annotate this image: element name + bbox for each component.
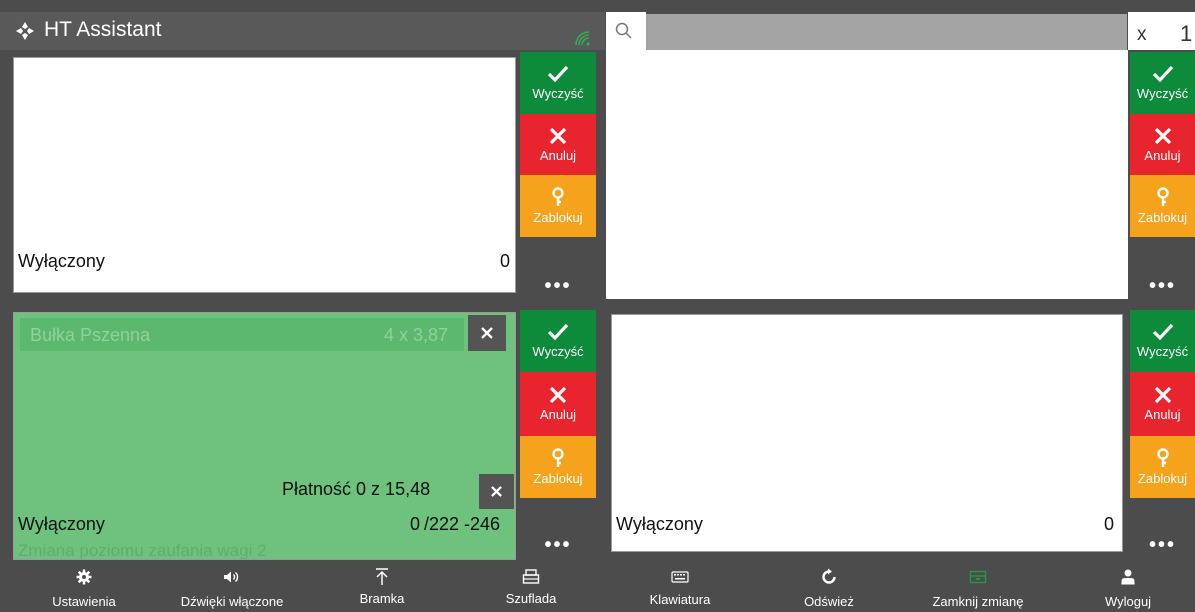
clear-button[interactable]: Wyczyść [1130, 310, 1195, 372]
panel-count: 0 [409, 514, 420, 534]
close-icon [549, 386, 567, 404]
user-icon [1121, 569, 1135, 585]
logout-label: Wyloguj [1104, 594, 1152, 609]
close-icon [1154, 386, 1171, 404]
clear-button-label: Wyczyść [1136, 86, 1189, 101]
cancel-button[interactable]: Anuluj [520, 372, 596, 436]
key-icon [552, 448, 564, 467]
more-options-button[interactable]: ••• [1130, 237, 1195, 296]
cancel-button-label: Anuluj [1144, 147, 1181, 163]
key-icon [1156, 187, 1169, 206]
connection-signal-icon [575, 31, 590, 46]
refresh-label: Odśwież [804, 594, 854, 609]
check-icon [547, 65, 569, 83]
app-title: HT Assistant [44, 18, 162, 41]
clear-button-label: Wyczyść [1136, 344, 1189, 359]
more-options-button[interactable]: ••• [1130, 498, 1195, 555]
sounds-label: Dźwięki włączone [180, 594, 284, 609]
clear-button[interactable]: Wyczyść [520, 310, 596, 372]
upload-arrow-icon [376, 568, 388, 585]
app-logo-icon [16, 22, 34, 40]
clear-button-label: Wyczyść [532, 86, 584, 101]
cancel-button-label: Anuluj [539, 407, 577, 422]
cancel-button-label: Anuluj [539, 147, 577, 163]
item-name: Bułka Pszenna [30, 325, 151, 345]
cancel-button[interactable]: Anuluj [1130, 114, 1195, 175]
search-icon-area[interactable] [606, 12, 646, 50]
more-options-button[interactable]: ••• [520, 498, 596, 555]
cash-register-icon [522, 569, 540, 584]
key-icon [1156, 448, 1169, 467]
scale-weight: /222 -246 [424, 514, 501, 534]
cart-panel-top-right[interactable] [606, 50, 1128, 299]
lock-button[interactable]: Zablokuj [1130, 436, 1195, 498]
lock-button-label: Zablokuj [533, 471, 583, 486]
cancel-button[interactable]: Anuluj [520, 114, 596, 175]
quantity-value[interactable]: 1 [1180, 21, 1192, 47]
cancel-button[interactable]: Anuluj [1130, 372, 1195, 436]
check-icon [547, 323, 569, 341]
shift-register-icon [969, 570, 987, 584]
check-icon [1152, 323, 1173, 341]
lock-button-label: Zablokuj [533, 210, 583, 225]
logout-button[interactable]: Wyloguj [1058, 566, 1195, 609]
panel-status: Wyłączony [18, 251, 105, 271]
clear-button[interactable]: Wyczyść [1130, 52, 1195, 114]
payment-status: Płatność 0 z 15,48 [282, 479, 431, 499]
clear-button[interactable]: Wyczyść [520, 52, 596, 114]
gear-icon [76, 569, 92, 585]
sounds-toggle-button[interactable]: Dźwięki włączone [162, 566, 302, 609]
close-icon [549, 127, 567, 144]
lock-button[interactable]: Zablokuj [520, 175, 596, 237]
drawer-label: Szuflada [505, 591, 557, 606]
scale-trust-message: Zmiana poziomu zaufania wagi 2 [18, 541, 267, 560]
panel-count: 0 [499, 251, 510, 271]
drawer-button[interactable]: Szuflada [461, 566, 601, 606]
search-icon [615, 22, 632, 39]
more-options-button[interactable]: ••• [520, 237, 596, 296]
keyboard-icon [671, 571, 689, 583]
lock-button-label: Zablokuj [1137, 471, 1188, 486]
refresh-icon [822, 568, 836, 584]
clear-button-label: Wyczyść [532, 344, 584, 359]
panel-status: Wyłączony [18, 514, 105, 534]
lock-button[interactable]: Zablokuj [1130, 175, 1195, 237]
gate-label: Bramka [359, 591, 405, 606]
cancel-payment-button[interactable] [479, 474, 514, 509]
keyboard-button[interactable]: Klawiatura [610, 566, 750, 607]
close-icon [1154, 127, 1171, 144]
search-input[interactable] [646, 14, 1127, 50]
close-icon [481, 327, 493, 339]
settings-label: Ustawienia [52, 594, 116, 609]
close-shift-button[interactable]: Zamknij zmianę [908, 566, 1048, 609]
panel-count: 0 [1103, 514, 1114, 534]
check-icon [1152, 65, 1173, 83]
keyboard-label: Klawiatura [649, 592, 711, 607]
lock-button[interactable]: Zablokuj [520, 436, 596, 498]
key-icon [552, 187, 564, 206]
close-icon [491, 486, 502, 497]
gate-button[interactable]: Bramka [312, 566, 452, 606]
remove-item-button[interactable] [468, 315, 506, 351]
refresh-button[interactable]: Odśwież [759, 566, 899, 609]
cancel-button-label: Anuluj [1144, 407, 1181, 422]
settings-button[interactable]: Ustawienia [14, 566, 154, 609]
quantity-prefix: x [1137, 24, 1147, 45]
lock-button-label: Zablokuj [1137, 210, 1188, 225]
panel-status: Wyłączony [616, 514, 703, 534]
close-shift-label: Zamknij zmianę [932, 594, 1024, 609]
item-quantity-price: 4 x 3,87 [384, 325, 449, 345]
speaker-icon [224, 571, 239, 583]
